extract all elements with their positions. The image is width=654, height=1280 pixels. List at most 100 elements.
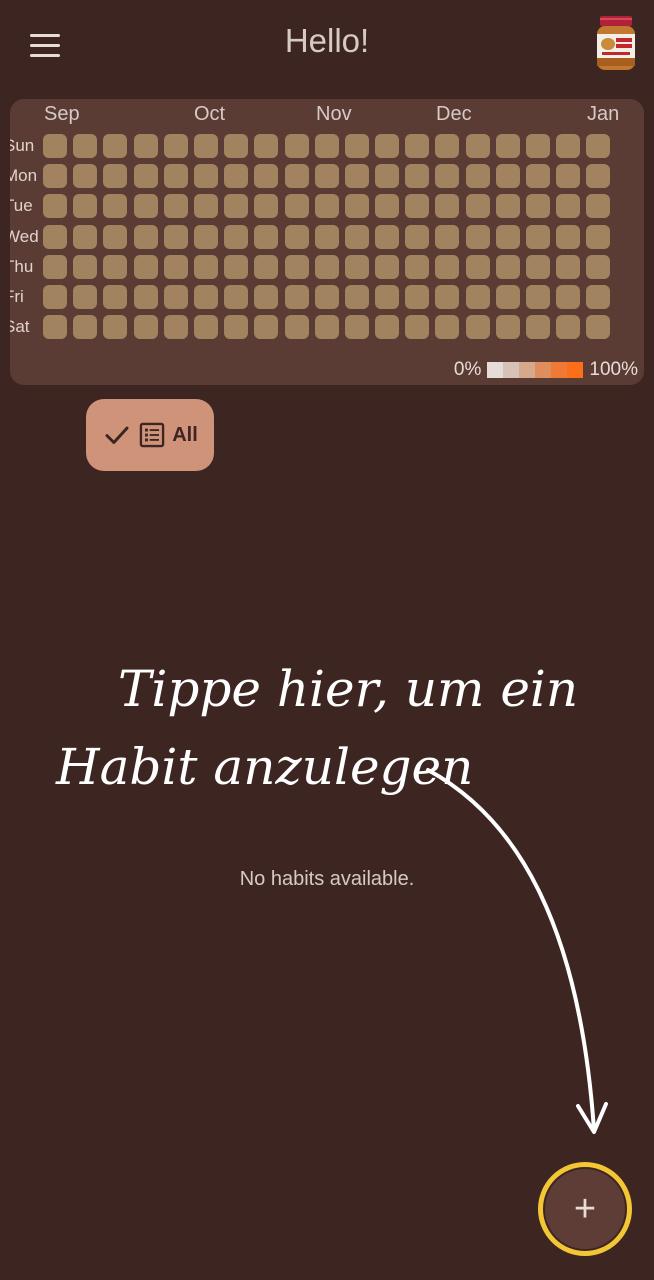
heatmap-cell	[435, 224, 460, 249]
heatmap-cell	[43, 284, 67, 309]
heatmap-cell	[224, 284, 249, 309]
heatmap-cell	[526, 254, 550, 279]
heatmap-cell	[73, 134, 98, 158]
heatmap-cell	[314, 164, 339, 189]
heatmap-cell	[405, 224, 430, 249]
heatmap-cell	[375, 194, 400, 219]
heatmap-cell	[224, 164, 249, 189]
heatmap-cell	[465, 134, 490, 158]
heatmap-cell	[284, 254, 309, 279]
heatmap-cell	[224, 254, 249, 279]
filter-chip-all[interactable]: All	[86, 399, 214, 471]
legend-min-label: 0%	[453, 359, 482, 380]
heatmap-cell	[254, 164, 279, 189]
legend-swatch	[519, 362, 536, 378]
heatmap-cell	[224, 315, 249, 340]
heatmap-cell	[586, 224, 611, 249]
heatmap-cell	[405, 254, 430, 279]
heatmap-cell	[556, 194, 581, 219]
month-label: Dec	[436, 103, 472, 125]
month-label: Oct	[194, 103, 226, 125]
heatmap-cell	[254, 194, 279, 219]
heatmap-cell	[344, 254, 369, 279]
heatmap-cell	[556, 134, 581, 158]
heatmap-cell	[284, 315, 309, 340]
hint-line-2: Habit anzulegen	[55, 738, 473, 796]
month-labels: Sep Oct Nov Dec Jan	[10, 103, 644, 129]
legend-swatch	[535, 362, 552, 378]
weekday-label: Wed	[10, 226, 39, 246]
heatmap-cell	[465, 224, 490, 249]
list-icon	[139, 422, 165, 448]
activity-heatmap: Sep Oct Nov Dec Jan Sun Mon Tue Wed Thu …	[10, 99, 644, 385]
heatmap-cell	[375, 164, 400, 189]
heatmap-cell	[193, 224, 218, 249]
heatmap-cell	[405, 284, 430, 309]
heatmap-cell	[163, 224, 188, 249]
heatmap-cell	[284, 194, 309, 219]
heatmap-cell	[163, 315, 188, 340]
add-habit-button[interactable]: +	[545, 1169, 625, 1249]
heatmap-cell	[435, 194, 460, 219]
heatmap-cell	[405, 315, 430, 340]
heatmap-cell	[586, 254, 611, 279]
heatmap-cell	[224, 194, 249, 219]
heatmap-cell	[556, 254, 581, 279]
heatmap-cell	[314, 224, 339, 249]
heatmap-cell	[193, 254, 218, 279]
weekday-label: Tue	[10, 196, 33, 216]
heatmap-cell	[103, 254, 128, 279]
heatmap-cell	[103, 224, 128, 249]
heatmap-cell	[103, 134, 128, 158]
heatmap-cell	[133, 164, 158, 189]
heatmap-cell	[73, 284, 98, 309]
heatmap-cell	[73, 224, 98, 249]
avatar[interactable]	[594, 14, 638, 74]
heatmap-cell	[375, 254, 400, 279]
heatmap-cell	[495, 164, 520, 189]
heatmap-cell	[495, 284, 520, 309]
heatmap-cell	[495, 254, 520, 279]
peanut-butter-jar-icon	[597, 16, 635, 70]
heatmap-cell	[465, 315, 490, 340]
heatmap-cell	[586, 194, 611, 219]
heatmap-cell	[193, 134, 218, 158]
heatmap-cell	[43, 224, 67, 249]
heatmap-cell	[375, 224, 400, 249]
heatmap-cell	[193, 194, 218, 219]
heatmap-cell	[526, 134, 550, 158]
heatmap-cell	[43, 315, 67, 340]
heatmap-cell	[314, 194, 339, 219]
curved-arrow-icon	[426, 768, 608, 1134]
page-title: Hello!	[284, 22, 370, 59]
heatmap-cell	[344, 315, 369, 340]
heatmap-cell	[465, 194, 490, 219]
heatmap-cell	[314, 315, 339, 340]
heatmap-cell	[556, 284, 581, 309]
heatmap-cell	[405, 134, 430, 158]
heatmap-cell	[556, 315, 581, 340]
heatmap-cell	[254, 134, 279, 158]
heatmap-cell	[103, 315, 128, 340]
heatmap-cell	[495, 134, 520, 158]
legend-swatch	[487, 362, 504, 378]
heatmap-cell	[254, 284, 279, 309]
heatmap-cell	[465, 164, 490, 189]
check-icon	[105, 426, 129, 444]
heatmap-cell	[344, 134, 369, 158]
heatmap-cell	[495, 194, 520, 219]
weekday-label: Fri	[10, 286, 24, 306]
month-label: Nov	[316, 103, 352, 125]
heatmap-cell	[586, 164, 611, 189]
legend-gradient	[487, 362, 584, 378]
hint-line-1: Tippe hier, um ein	[118, 660, 578, 718]
heatmap-cell	[163, 134, 188, 158]
month-label: Jan	[587, 103, 620, 125]
heatmap-cell	[103, 164, 128, 189]
heatmap-cell	[133, 194, 158, 219]
heatmap-cell	[526, 315, 550, 340]
heatmap-cell	[344, 164, 369, 189]
weekday-label: Mon	[10, 166, 38, 186]
heatmap-cell	[314, 254, 339, 279]
heatmap-cell	[103, 284, 128, 309]
